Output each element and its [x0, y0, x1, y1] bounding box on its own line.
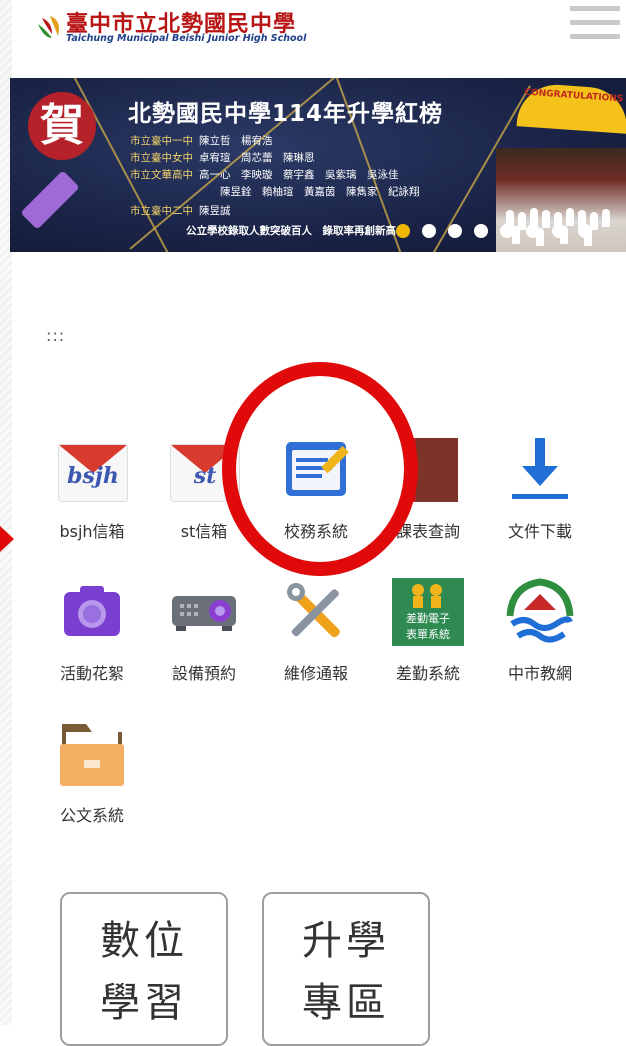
folder-icon: [56, 718, 128, 790]
app-label: st信箱: [180, 522, 228, 541]
carousel-dot[interactable]: [500, 224, 514, 238]
honor-school: 市立臺中女中: [130, 152, 193, 164]
notepad-pencil-icon: [280, 434, 352, 506]
app-label: 中市教網: [507, 664, 572, 683]
card-line: 升學: [302, 918, 390, 964]
honor-row: 陳昱銓 賴柚瑄 黃嘉茵 陳雋家 紀詠翔: [214, 184, 420, 199]
honor-names: 高一心 李映璇 蔡宇鑫 吳紫璃 吳泳佳: [199, 169, 399, 181]
congratulations-ribbon: CONGRATULATIONS: [516, 82, 626, 134]
carousel-dot[interactable]: [422, 224, 436, 238]
school-logo-icon: [38, 16, 59, 38]
app-equipment-booking[interactable]: 設備預約: [154, 576, 254, 684]
app-label: 設備預約: [171, 664, 236, 683]
pointer-arrow-icon: [0, 526, 14, 552]
honor-school: 市立臺中一中: [130, 135, 193, 147]
app-bsjh-mail[interactable]: bsjh bsjh信箱: [42, 434, 142, 542]
app-taichung-edu-net[interactable]: 中市教網: [490, 576, 590, 684]
more-options-icon[interactable]: :::: [46, 326, 65, 345]
honor-names: 陳昱銓 賴柚瑄 黃嘉茵 陳雋家 紀詠翔: [220, 186, 420, 198]
honor-names: 陳立哲 楊宥浩: [199, 135, 273, 147]
honor-row: 市立臺中女中 卓宥瑄 周芯蕾 陳琳恩: [130, 150, 315, 165]
app-file-download[interactable]: 文件下載: [490, 434, 590, 542]
gmail-bsjh-icon: bsjh: [56, 434, 128, 506]
honor-row: 市立文華高中 高一心 李映璇 蔡宇鑫 吳紫璃 吳泳佳: [130, 167, 399, 182]
svg-text:差勤電子: 差勤電子: [406, 611, 450, 625]
card-admissions-zone[interactable]: 升學 專區: [262, 892, 430, 1046]
carousel-dot[interactable]: [526, 224, 540, 238]
hamburger-menu-icon[interactable]: [570, 2, 620, 42]
app-repair-report[interactable]: 維修通報: [266, 576, 366, 684]
app-activity-photos[interactable]: 活動花絮: [42, 576, 142, 684]
app-label: 文件下載: [507, 522, 572, 541]
honor-school: 市立文華高中: [130, 169, 193, 181]
attendance-icon: 差勤電子 表單系統: [392, 576, 464, 648]
app-label: 校務系統: [283, 522, 348, 541]
celebration-badge: 賀: [28, 92, 96, 160]
app-label: 維修通報: [283, 664, 348, 683]
hero-banner[interactable]: 賀 北勢國民中學114年升學紅榜 市立臺中一中 陳立哲 楊宥浩 市立臺中女中 卓宥瑄…: [10, 78, 626, 252]
carousel-dot[interactable]: [396, 224, 410, 238]
site-header: 臺中市立北勢國民中學 Taichung Municipal Beishi Jun…: [0, 0, 626, 60]
taichung-edu-icon: [504, 576, 576, 648]
app-label: 活動花絮: [59, 664, 124, 683]
app-label: 公文系統: [59, 806, 124, 825]
honor-row: 市立臺中一中 陳立哲 楊宥浩: [130, 133, 273, 148]
school-name-en: Taichung Municipal Beishi Junior High Sc…: [66, 33, 307, 44]
gmail-st-icon: st: [168, 434, 240, 506]
app-label: 差勤系統: [395, 664, 460, 683]
honor-names: 陳昱誠: [199, 205, 231, 217]
card-digital-learning[interactable]: 數位 學習: [60, 892, 228, 1046]
app-st-mail[interactable]: st st信箱: [154, 434, 254, 542]
party-horn-icon: [20, 170, 80, 230]
book-icon: [392, 434, 464, 506]
app-school-affairs[interactable]: 校務系統: [266, 434, 366, 542]
carousel-dot[interactable]: [448, 224, 462, 238]
app-attendance[interactable]: 差勤電子 表單系統 差勤系統: [378, 576, 478, 684]
banner-title: 北勢國民中學114年升學紅榜: [128, 101, 444, 127]
carousel-dot[interactable]: [474, 224, 488, 238]
svg-text:表單系統: 表單系統: [406, 627, 450, 641]
carousel-dot[interactable]: [552, 224, 566, 238]
app-timetable[interactable]: 課表查詢: [378, 434, 478, 542]
projector-icon: [168, 576, 240, 648]
honor-school: 市立臺中二中: [130, 205, 193, 217]
app-label: 課表查詢: [395, 522, 460, 541]
honor-row: 市立臺中二中 陳昱誠: [130, 203, 231, 218]
card-line: 數位: [100, 918, 188, 964]
app-document-system[interactable]: 公文系統: [42, 718, 142, 826]
camera-icon: [56, 576, 128, 648]
carousel-dot[interactable]: [578, 224, 592, 238]
tools-icon: [280, 576, 352, 648]
app-label: bsjh信箱: [59, 522, 125, 541]
banner-note: 公立學校錄取人數突破百人 錄取率再創新高: [186, 225, 396, 237]
download-icon: [504, 434, 576, 506]
honor-names: 卓宥瑄 周芯蕾 陳琳恩: [199, 152, 315, 164]
